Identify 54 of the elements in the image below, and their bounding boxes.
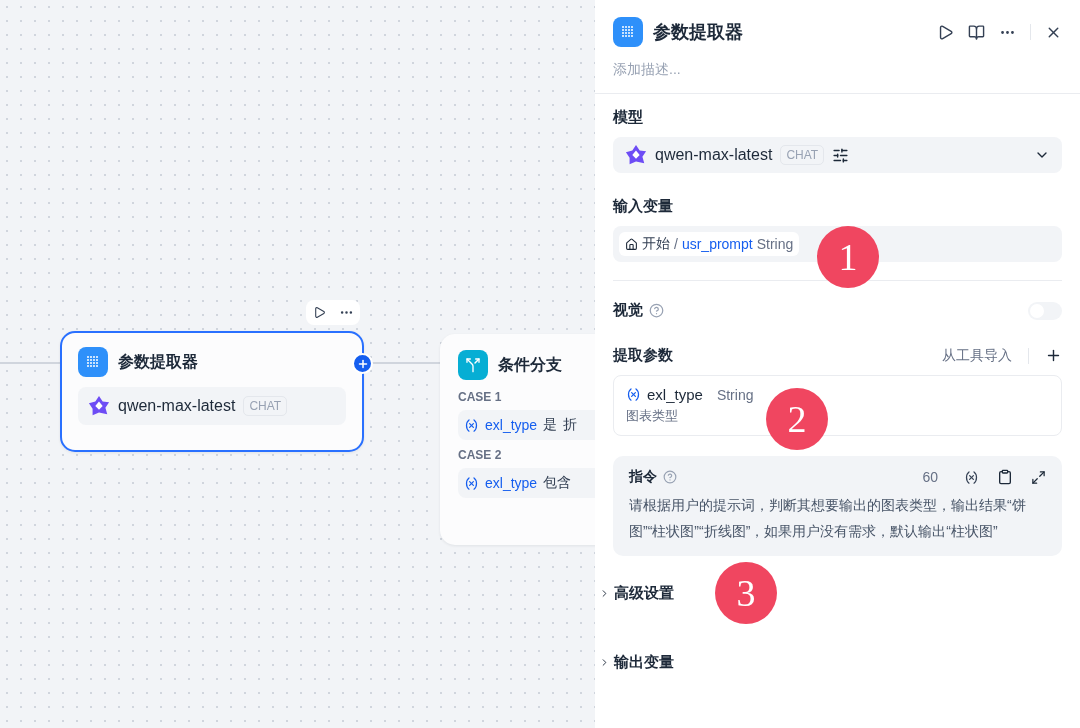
variable-name: exl_type xyxy=(485,417,538,433)
variable-icon xyxy=(464,417,479,433)
mode-tag: CHAT xyxy=(243,396,288,416)
model-name: qwen-max-latest xyxy=(655,146,773,164)
node-card[interactable]: 参数提取器 qwen-max-latest CHAT xyxy=(60,331,364,452)
value-text: 折 xyxy=(563,416,578,434)
section-label[interactable]: 输出变量 xyxy=(614,653,674,672)
section-label: 提取参数 xyxy=(613,346,673,365)
variable-name: exl_type xyxy=(485,475,538,491)
separator-text: / xyxy=(674,236,678,252)
node-title: 参数提取器 xyxy=(118,351,198,372)
parameter-type: String xyxy=(716,386,754,403)
section-label[interactable]: 高级设置 xyxy=(614,584,674,603)
model-logo-icon xyxy=(625,144,647,166)
case-label: CASE 1 xyxy=(458,390,503,404)
operator-text: 包含 xyxy=(543,474,572,492)
variable-icon xyxy=(626,387,641,402)
operator-text: 是 xyxy=(543,416,558,434)
panel-title: 参数提取器 xyxy=(653,21,744,44)
model-select[interactable]: qwen-max-latest CHAT xyxy=(613,137,1062,173)
node-icon xyxy=(458,350,488,380)
add-icon[interactable] xyxy=(1045,347,1062,364)
grid-icon xyxy=(621,25,635,39)
instruction-text: 请根据用户的提示词，判断其想要输出的图表类型，输出结果“饼图”“柱状图”“折线图”，如果用户没有需求，默认输出“柱状图” xyxy=(629,496,1027,541)
help-icon xyxy=(663,470,677,484)
grid-icon xyxy=(86,355,100,369)
expand-icon[interactable] xyxy=(1031,469,1046,485)
import-link[interactable]: 从工具导入 xyxy=(942,346,1012,365)
parameter-description: 图表类型 xyxy=(626,407,678,425)
variable-icon xyxy=(464,475,479,491)
section-label: 模型 xyxy=(613,108,644,127)
clipboard-icon[interactable] xyxy=(997,469,1013,485)
type-text: String xyxy=(756,236,794,252)
run-icon[interactable] xyxy=(312,306,326,319)
character-count: 60 xyxy=(922,469,938,485)
section-label: 输入变量 xyxy=(613,197,674,216)
source-text: 开始 xyxy=(642,235,670,253)
instruction-box[interactable]: 指令 60 请根据用户的提示词，判断其想要输出的图表类型，输出结果“饼图”“柱状图”“折线图”，如果用户没有需求，默认输出“柱状图” xyxy=(613,456,1062,556)
instruction-label: 指令 xyxy=(629,468,657,486)
book-icon[interactable] xyxy=(968,23,985,41)
case-label: CASE 2 xyxy=(458,448,503,462)
help-icon xyxy=(649,303,664,318)
model-logo-icon xyxy=(88,395,110,417)
home-icon xyxy=(625,237,638,251)
variable-name: usr_prompt xyxy=(681,236,753,252)
section-label: 视觉 xyxy=(613,301,643,320)
node-card[interactable]: 条件分支 CASE 1 exl_type 是 折 CASE 2 exl_type 包含 xyxy=(440,334,595,545)
sliders-icon[interactable] xyxy=(832,146,850,164)
variable-icon[interactable] xyxy=(964,469,979,485)
run-icon[interactable] xyxy=(937,23,954,41)
mode-tag: CHAT xyxy=(780,145,825,165)
node-title: 条件分支 xyxy=(498,354,562,375)
parameter-name: exl_type xyxy=(647,386,703,403)
model-name: qwen-max-latest xyxy=(118,397,236,415)
